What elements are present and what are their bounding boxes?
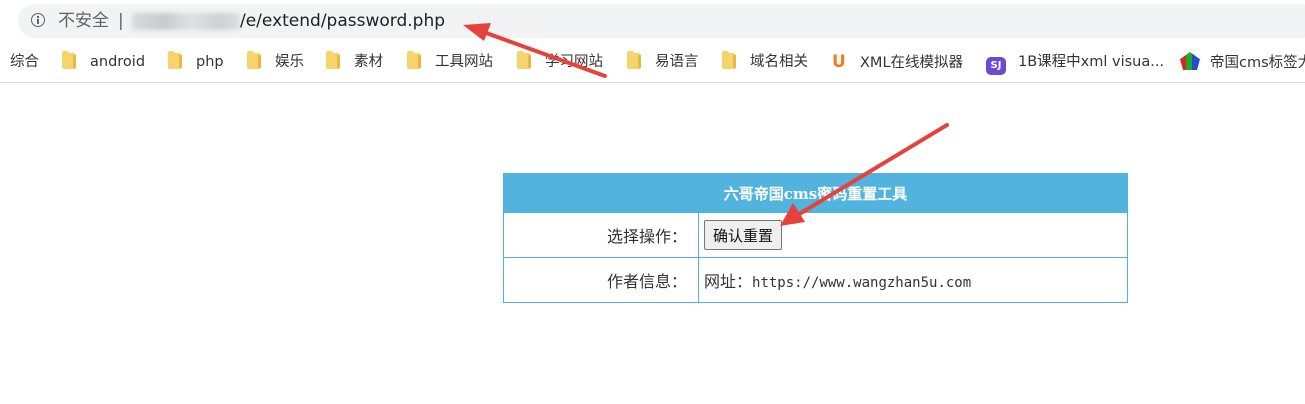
bookmark-folder-study[interactable]: 学习网站 [517, 51, 603, 74]
bookmarks-bar: 综合 android php 娱乐 素材 工具网站 学习网站 易语言 域名相关 … [0, 44, 1305, 83]
bookmark-folder-android[interactable]: android [62, 51, 146, 74]
info-icon[interactable] [31, 13, 45, 27]
url-path[interactable]: /e/extend/password.php [240, 10, 445, 32]
bookmark-label: 帝国cms标签大 [1210, 55, 1305, 71]
folder-icon [247, 51, 261, 69]
url-separator: | [118, 11, 124, 31]
author-url-prefix: 网址： [704, 272, 753, 291]
bookmark-label: XML在线模拟器 [860, 55, 964, 71]
bookmark-label: 学习网站 [545, 54, 603, 70]
operation-cell: 确认重置 [698, 212, 1128, 258]
bookmark-label: 工具网站 [435, 54, 493, 70]
bookmark-label: 易语言 [655, 54, 699, 70]
folder-icon [517, 51, 531, 69]
folder-icon [326, 51, 340, 69]
cms-logo-icon [1180, 52, 1200, 70]
bookmark-xml-simulator[interactable]: U XML在线模拟器 [832, 52, 963, 74]
author-info-cell: 网址：https://www.wangzhan5u.com [698, 257, 1128, 303]
bookmark-label: 娱乐 [275, 54, 304, 70]
redacted-domain [132, 13, 240, 30]
sj-logo-icon: SJ [986, 57, 1006, 75]
security-indicator[interactable]: 不安全 [58, 10, 109, 32]
bookmark-label: android [90, 54, 146, 70]
folder-icon [168, 51, 182, 69]
author-label: 作者信息： [503, 257, 699, 303]
folder-icon [627, 51, 641, 69]
folder-icon [407, 51, 421, 69]
bookmark-folder-yiyuyan[interactable]: 易语言 [627, 51, 699, 74]
bookmark-folder-tools[interactable]: 工具网站 [407, 51, 493, 74]
password-reset-table: 六哥帝国cms密码重置工具 选择操作： 确认重置 作者信息： 网址：https:… [503, 173, 1128, 303]
bookmark-label: 域名相关 [750, 54, 808, 70]
bookmark-label: php [196, 54, 224, 70]
bookmark-label: 素材 [354, 54, 383, 70]
address-bar[interactable]: 不安全 | /e/extend/password.php [18, 4, 1305, 38]
author-url: https://www.wangzhan5u.com [752, 275, 972, 291]
bookmark-cms-tags[interactable]: 帝国cms标签大 [1180, 52, 1305, 74]
bookmark-zonghe[interactable]: 综合 [10, 52, 39, 74]
tool-title: 六哥帝国cms密码重置工具 [503, 173, 1128, 213]
bookmark-folder-sucai[interactable]: 素材 [326, 51, 383, 74]
bookmark-label: 1B课程中xml visua... [1018, 54, 1165, 70]
bookmark-1b-course[interactable]: SJ 1B课程中xml visua... [986, 52, 1165, 75]
folder-icon [62, 51, 76, 69]
bookmark-folder-domain[interactable]: 域名相关 [722, 51, 808, 74]
bookmark-folder-yule[interactable]: 娱乐 [247, 51, 304, 74]
u-logo-icon: U [832, 52, 846, 72]
bookmark-label: 综合 [10, 54, 39, 70]
browser-toolbar: 不安全 | /e/extend/password.php [0, 0, 1305, 42]
folder-icon [722, 51, 736, 69]
operation-label: 选择操作： [503, 212, 699, 258]
confirm-reset-button[interactable]: 确认重置 [704, 220, 783, 250]
bookmark-folder-php[interactable]: php [168, 51, 224, 74]
